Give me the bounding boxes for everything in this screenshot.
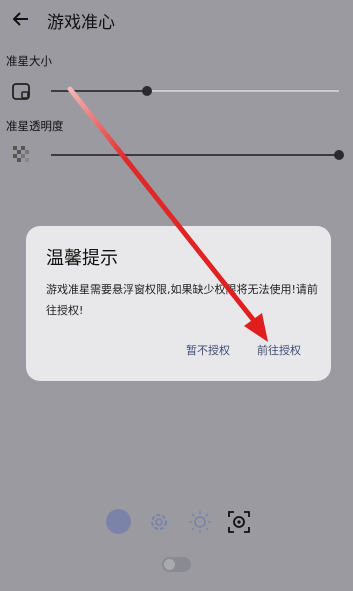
- transparency-icon: [11, 144, 33, 166]
- sun-icon[interactable]: [187, 509, 213, 535]
- crosshair-size-icon: [11, 81, 33, 103]
- page-title: 游戏准心: [47, 13, 115, 33]
- dialog-message: 游戏准星需要悬浮窗权限,如果缺少权限将无法使用!请前往授权!: [46, 283, 318, 317]
- transparency-slider-track[interactable]: [51, 154, 339, 156]
- transparency-label: 准星透明度: [6, 119, 64, 133]
- top-bar: 游戏准心: [0, 0, 353, 38]
- toggle-knob: [164, 559, 175, 570]
- authorize-button[interactable]: 前往授权: [257, 342, 301, 358]
- target-crosshair-icon[interactable]: [226, 509, 252, 535]
- dialog-title: 温馨提示: [46, 248, 118, 269]
- size-slider-track[interactable]: [147, 90, 339, 92]
- size-label: 准星大小: [6, 54, 52, 68]
- color-dot-icon[interactable]: [106, 509, 131, 534]
- transparency-slider-thumb[interactable]: [334, 150, 344, 160]
- toggle-switch[interactable]: [162, 557, 191, 572]
- bottom-toolbar: [0, 507, 353, 537]
- permission-dialog: 温馨提示 游戏准星需要悬浮窗权限,如果缺少权限将无法使用!请前往授权! 暂不授权…: [26, 226, 331, 381]
- back-arrow-icon[interactable]: [10, 8, 32, 30]
- size-slider-filled[interactable]: [51, 90, 147, 92]
- gear-icon[interactable]: [146, 509, 172, 535]
- size-slider-thumb[interactable]: [142, 86, 152, 96]
- cancel-button[interactable]: 暂不授权: [186, 342, 230, 358]
